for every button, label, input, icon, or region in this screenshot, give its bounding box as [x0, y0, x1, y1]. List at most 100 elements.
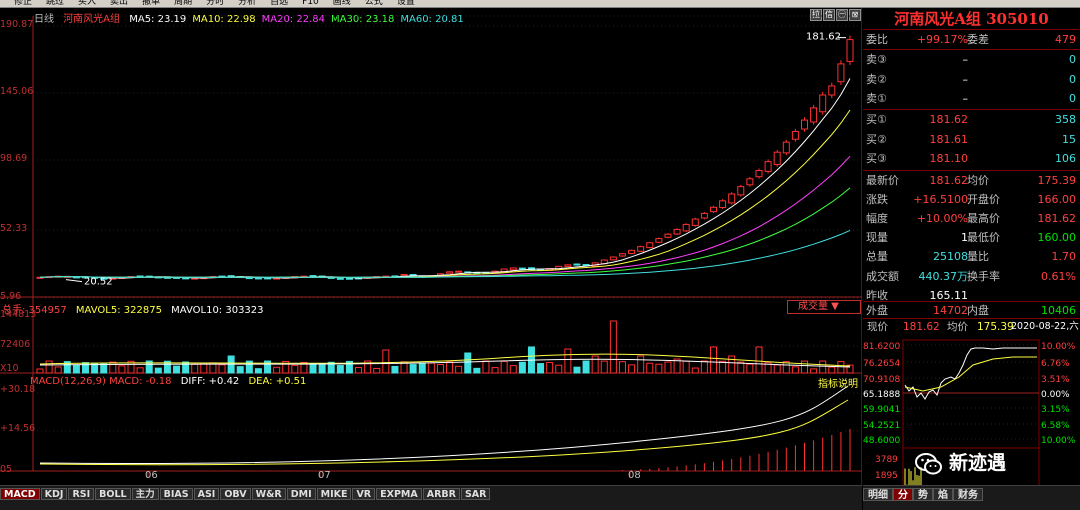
kline-chart-panel[interactable]: 日线 河南风光A组 MA5: 23.19 MA10: 22.98 MA20: 22.…: [0, 8, 862, 485]
toolbar-item[interactable]: 卖出: [110, 0, 128, 7]
volume-bar: [664, 361, 672, 374]
tab-vr[interactable]: VR: [352, 488, 376, 500]
candle-body: [609, 256, 617, 261]
right-tab[interactable]: 焰: [933, 488, 953, 501]
tab-sar[interactable]: SAR: [460, 488, 491, 500]
tab-obv[interactable]: OBV: [220, 488, 251, 500]
volume-bar: [728, 355, 736, 374]
indicator-explain-link[interactable]: 指标说明: [818, 375, 858, 390]
stat-value: 25108: [933, 250, 968, 264]
tab-kdj[interactable]: KDJ: [40, 488, 68, 500]
candle-body: [637, 246, 645, 252]
right-tab[interactable]: 财务: [953, 488, 983, 501]
chart-canvas[interactable]: 181.62 20.52: [0, 8, 862, 485]
volume-bar: [582, 360, 590, 374]
right-tab[interactable]: 势: [913, 488, 933, 501]
candle-body: [628, 249, 636, 254]
avg-label: 均价: [947, 321, 968, 333]
indicator-select[interactable]: 成交量 ▼: [787, 300, 861, 314]
sell-price: –: [962, 53, 969, 66]
toolbar-item[interactable]: 撤单: [142, 0, 160, 7]
ma-line: [39, 229, 851, 278]
tab-mike[interactable]: MIKE: [316, 488, 352, 500]
candle-body: [664, 233, 672, 238]
diff-line: [39, 385, 849, 465]
volume-bar: [109, 361, 117, 374]
toolbar-item[interactable]: 跳过: [46, 0, 64, 7]
intraday-price-tick: 76.2654: [863, 359, 900, 369]
diff-label: DIFF: +0.42: [180, 376, 240, 387]
toolbar-item[interactable]: 自选: [270, 0, 288, 7]
watermark-text: 新迹遇: [949, 452, 1007, 474]
volume-bar: [173, 365, 181, 374]
volume-bar: [591, 355, 599, 374]
intraday-price-tick: 70.9108: [863, 375, 900, 385]
sell-level-row: 卖① – 0: [863, 89, 1080, 108]
candle-body: [819, 94, 827, 113]
candle-body: [791, 130, 799, 140]
buy-price: 181.62: [929, 113, 969, 126]
volume-bar: [473, 367, 481, 374]
candle-body: [400, 274, 408, 277]
toolbar-item[interactable]: 周期: [174, 0, 192, 7]
volume-bar: [491, 367, 499, 374]
toolbar-item[interactable]: F10: [302, 0, 319, 7]
tab-macd[interactable]: MACD: [0, 488, 40, 500]
mavol10-label: MAVOL10: 303323: [171, 305, 264, 316]
toolbar-item[interactable]: 公式: [365, 0, 383, 7]
stat-value: 160.00: [1037, 231, 1077, 245]
weibi-label: 委比: [866, 33, 888, 46]
candle-body: [573, 263, 581, 266]
weicha-label: 委差: [967, 33, 989, 46]
date-axis-label: 08: [628, 470, 641, 481]
tab-rsi[interactable]: RSI: [68, 488, 95, 500]
volume-bar: [546, 361, 554, 374]
macd-axis-tick: +14.56: [0, 423, 36, 434]
buy-price: 181.10: [929, 152, 969, 165]
candle-body: [509, 267, 517, 271]
candle-body: [254, 277, 262, 280]
volume-bar: [819, 360, 827, 374]
tab-bias[interactable]: BIAS: [159, 488, 193, 500]
tab-boll[interactable]: BOLL: [95, 488, 131, 500]
mavol5-label: MAVOL5: 322875: [75, 305, 162, 316]
tab-expma[interactable]: EXPMA: [376, 488, 422, 500]
sell-volume: 0: [1069, 72, 1076, 86]
low-price-label: 20.52: [84, 277, 113, 288]
stat-label: 成交额: [866, 269, 899, 283]
tab-w&r[interactable]: W&R: [251, 488, 286, 500]
toolbar-item[interactable]: 分时: [206, 0, 224, 7]
tab-dmi[interactable]: DMI: [286, 488, 316, 500]
volume-bar: [828, 366, 836, 374]
toolbar-item[interactable]: 画线: [333, 0, 351, 7]
candle-body: [837, 63, 845, 83]
now-price: 181.62: [903, 321, 940, 333]
right-tab[interactable]: 明细: [863, 488, 893, 501]
stat-label: 换手率: [967, 269, 1000, 283]
stat-value: +16.5100: [913, 193, 968, 207]
volume-bar: [618, 361, 626, 374]
intraday-pct-tick: 10.00%: [1041, 342, 1076, 352]
candle-body: [345, 277, 353, 280]
wechat-icon: [915, 452, 942, 474]
toolbar-item[interactable]: 分析: [238, 0, 256, 7]
toolbar-item[interactable]: 设置: [397, 0, 415, 7]
tab-arbr[interactable]: ARBR: [422, 488, 460, 500]
volume-bar: [291, 364, 299, 374]
volume-bar: [564, 348, 572, 374]
toolbar-item[interactable]: 修正: [14, 0, 32, 7]
volume-bar: [72, 364, 80, 374]
right-tab[interactable]: 分: [893, 488, 913, 501]
intraday-pct-tick: 3.51%: [1041, 375, 1070, 385]
right-tab-bar: 明细分势焰财务: [863, 485, 1080, 510]
quote-stat-row: 成交额 440.37万 换手率 0.61%: [863, 267, 1080, 286]
intraday-pct-tick: 0.00%: [1041, 390, 1070, 400]
volume-bars: [36, 320, 854, 374]
volume-bar: [236, 366, 244, 374]
tab-asi[interactable]: ASI: [193, 488, 220, 500]
toolbar-item[interactable]: 买入: [78, 0, 96, 7]
tab-主力[interactable]: 主力: [131, 488, 159, 500]
quote-stat-row: 总量 25108 量比 1.70: [863, 247, 1080, 266]
volume-bar: [555, 364, 563, 374]
date-axis-label: 06: [145, 470, 158, 481]
